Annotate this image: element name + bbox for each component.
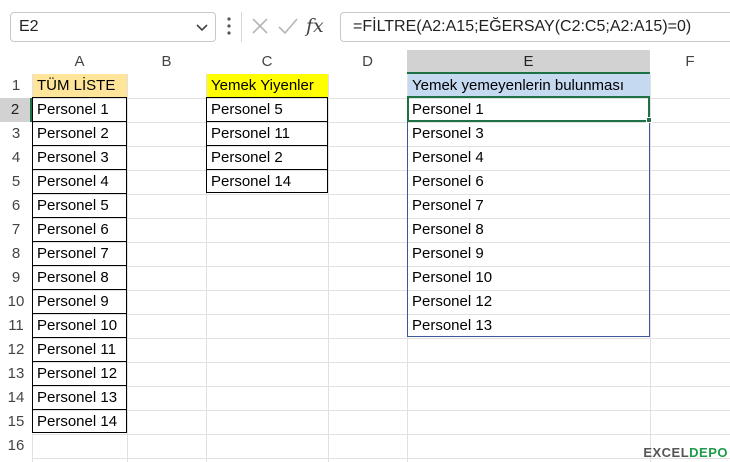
column-header-c[interactable]: C bbox=[206, 50, 328, 74]
row-header-16[interactable]: 16 bbox=[0, 434, 32, 458]
cell-e4[interactable]: Personel 4 bbox=[408, 146, 649, 170]
cell-a15[interactable]: Personel 14 bbox=[33, 410, 126, 434]
row-header-7[interactable]: 7 bbox=[0, 218, 32, 242]
cell-a7[interactable]: Personel 6 bbox=[33, 218, 126, 242]
column-header-f[interactable]: F bbox=[650, 50, 730, 74]
watermark-right: DEPO bbox=[689, 445, 728, 460]
cell-c3[interactable]: Personel 11 bbox=[207, 122, 327, 146]
cell-a12[interactable]: Personel 11 bbox=[33, 338, 126, 362]
watermark-logo: EXCELDEPO bbox=[643, 445, 728, 460]
insert-function-icon[interactable]: fx bbox=[306, 14, 330, 38]
cell-a6[interactable]: Personel 5 bbox=[33, 194, 126, 218]
cell-c5[interactable]: Personel 14 bbox=[207, 170, 327, 194]
chevron-down-icon[interactable] bbox=[195, 19, 209, 35]
gridline bbox=[32, 362, 730, 363]
cell-e8[interactable]: Personel 9 bbox=[408, 242, 649, 266]
cell-a2[interactable]: Personel 1 bbox=[33, 98, 126, 122]
row-header-15[interactable]: 15 bbox=[0, 410, 32, 434]
cell-a3[interactable]: Personel 2 bbox=[33, 122, 126, 146]
cell-a14[interactable]: Personel 13 bbox=[33, 386, 126, 410]
row-header-5[interactable]: 5 bbox=[0, 170, 32, 194]
gridline bbox=[127, 74, 128, 462]
row-header-2[interactable]: 2 bbox=[0, 98, 32, 122]
formula-bar: E2 fx =FİLTRE(A2:A15;EĞERSAY(C2:C5;A2:A1… bbox=[0, 0, 730, 56]
cell-a13[interactable]: Personel 12 bbox=[33, 362, 126, 386]
cell-e9[interactable]: Personel 10 bbox=[408, 266, 649, 290]
cell-e5[interactable]: Personel 6 bbox=[408, 170, 649, 194]
cell-a10[interactable]: Personel 9 bbox=[33, 290, 126, 314]
gridline bbox=[32, 338, 730, 339]
row-header-11[interactable]: 11 bbox=[0, 314, 32, 338]
cancel-icon[interactable] bbox=[248, 14, 272, 38]
row-header-4[interactable]: 4 bbox=[0, 146, 32, 170]
cell-c1[interactable]: Yemek Yiyenler bbox=[207, 74, 328, 98]
column-header-b[interactable]: B bbox=[127, 50, 206, 74]
more-options-icon[interactable] bbox=[226, 15, 232, 37]
cell-a11[interactable]: Personel 10 bbox=[33, 314, 126, 338]
name-box-value: E2 bbox=[19, 18, 39, 35]
watermark-left: EXCEL bbox=[643, 445, 690, 460]
fill-handle[interactable] bbox=[646, 117, 652, 123]
column-header-d[interactable]: D bbox=[328, 50, 407, 74]
row-header-8[interactable]: 8 bbox=[0, 242, 32, 266]
cell-e10[interactable]: Personel 12 bbox=[408, 290, 649, 314]
row-header-10[interactable]: 10 bbox=[0, 290, 32, 314]
row-header-9[interactable]: 9 bbox=[0, 266, 32, 290]
cell-a5[interactable]: Personel 4 bbox=[33, 170, 126, 194]
row-header-14[interactable]: 14 bbox=[0, 386, 32, 410]
gridline bbox=[32, 410, 730, 411]
gridline bbox=[32, 458, 730, 459]
enter-check-icon[interactable] bbox=[276, 14, 300, 38]
row-header-3[interactable]: 3 bbox=[0, 122, 32, 146]
cell-a9[interactable]: Personel 8 bbox=[33, 266, 126, 290]
row-header-6[interactable]: 6 bbox=[0, 194, 32, 218]
active-cell-selection bbox=[407, 96, 650, 122]
cell-e1[interactable]: Yemek yemeyenlerin bulunması bbox=[408, 74, 650, 98]
cell-a1[interactable]: TÜM LİSTE bbox=[33, 74, 127, 98]
cell-e11[interactable]: Personel 13 bbox=[408, 314, 649, 338]
cell-e3[interactable]: Personel 3 bbox=[408, 122, 649, 146]
name-box[interactable]: E2 bbox=[10, 12, 216, 42]
column-header-a[interactable]: A bbox=[32, 50, 127, 74]
formula-input[interactable]: =FİLTRE(A2:A15;EĞERSAY(C2:C5;A2:A15)=0) bbox=[340, 12, 730, 42]
column-header-e[interactable]: E bbox=[407, 50, 650, 74]
cell-e7[interactable]: Personel 8 bbox=[408, 218, 649, 242]
row-header-12[interactable]: 12 bbox=[0, 338, 32, 362]
cell-a8[interactable]: Personel 7 bbox=[33, 242, 126, 266]
gridline bbox=[32, 434, 730, 435]
row-header-1[interactable]: 1 bbox=[0, 74, 32, 98]
cell-c4[interactable]: Personel 2 bbox=[207, 146, 327, 170]
gridline bbox=[650, 74, 651, 462]
formula-text: =FİLTRE(A2:A15;EĞERSAY(C2:C5;A2:A15)=0) bbox=[353, 18, 692, 35]
row-header-13[interactable]: 13 bbox=[0, 362, 32, 386]
gridline bbox=[328, 74, 329, 462]
cell-e6[interactable]: Personel 7 bbox=[408, 194, 649, 218]
cell-c2[interactable]: Personel 5 bbox=[207, 98, 327, 122]
cell-a4[interactable]: Personel 3 bbox=[33, 146, 126, 170]
gridline bbox=[32, 386, 730, 387]
formula-bar-divider bbox=[241, 12, 242, 42]
